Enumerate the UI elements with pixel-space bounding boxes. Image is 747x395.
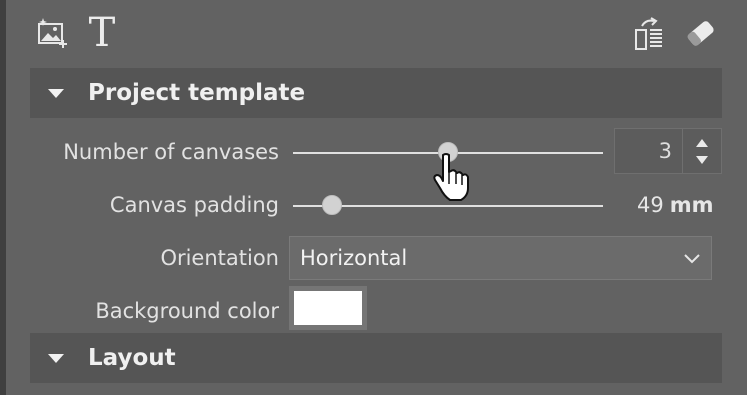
add-image-button[interactable] — [34, 14, 72, 52]
canvas-padding-unit: mm — [669, 193, 714, 217]
background-color-swatch — [294, 291, 362, 325]
eraser-icon — [687, 21, 714, 46]
section-layout[interactable]: Layout — [30, 333, 722, 383]
canvas-padding-readout: 49 mm — [637, 193, 714, 217]
orientation-value: Horizontal — [300, 246, 408, 270]
num-canvases-label: Number of canvases — [63, 140, 279, 164]
section-project-template[interactable]: Project template — [30, 68, 722, 118]
collapse-triangle-icon — [48, 353, 64, 363]
increment-arrow-icon[interactable] — [696, 138, 708, 147]
hand-cursor-icon — [433, 153, 469, 201]
text-tool-button[interactable]: T — [82, 10, 122, 56]
canvas-padding-label: Canvas padding — [109, 193, 279, 217]
decrement-arrow-icon[interactable] — [696, 155, 708, 164]
eraser-button[interactable] — [680, 14, 720, 54]
chevron-down-icon — [684, 254, 700, 264]
add-image-icon — [38, 18, 67, 48]
text-tool-icon: T — [88, 10, 116, 56]
background-color-swatch-button[interactable] — [289, 286, 367, 330]
orientation-label: Orientation — [160, 246, 279, 270]
flip-layout-icon — [635, 17, 662, 50]
num-canvases-stepper[interactable]: 3 — [614, 128, 722, 174]
orientation-dropdown[interactable]: Horizontal — [289, 236, 712, 280]
panel-left-edge — [0, 0, 6, 395]
num-canvases-value[interactable]: 3 — [615, 129, 683, 173]
flip-layout-button[interactable] — [630, 14, 670, 54]
canvas-padding-value: 49 — [637, 193, 664, 217]
canvas-padding-slider-thumb[interactable] — [322, 195, 342, 215]
background-color-label: Background color — [95, 299, 279, 323]
section-title: Layout — [88, 345, 176, 371]
section-title: Project template — [88, 80, 306, 106]
collapse-triangle-icon — [48, 88, 64, 98]
